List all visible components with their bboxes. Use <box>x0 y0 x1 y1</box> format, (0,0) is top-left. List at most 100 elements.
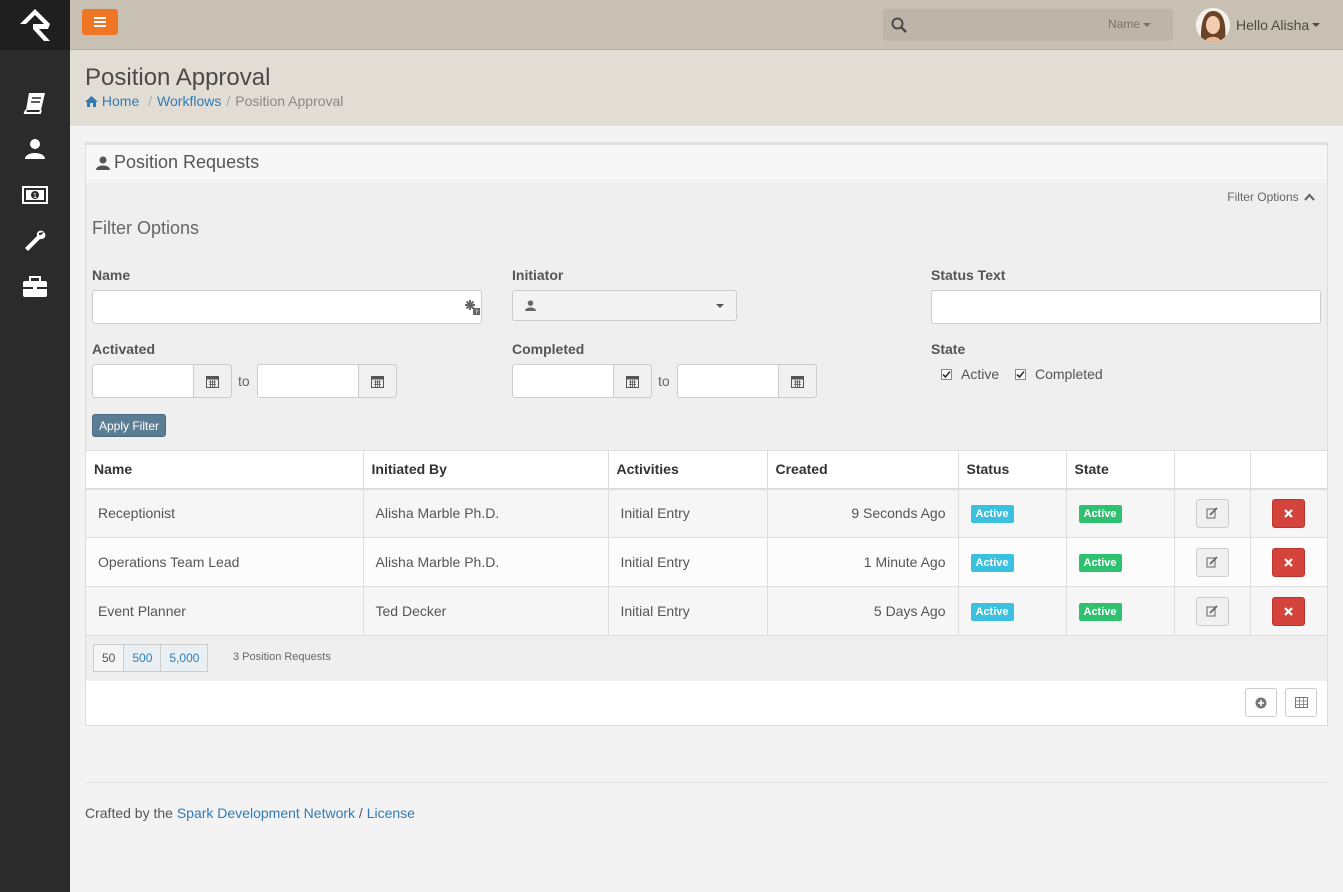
edit-icon <box>1206 507 1218 519</box>
search-type-label: Name <box>1107 17 1140 31</box>
completed-from-input[interactable] <box>512 364 614 398</box>
sidebar-item-finance[interactable]: 1 <box>0 172 70 218</box>
search-input[interactable]: Name <box>883 9 1173 41</box>
license-link[interactable]: License <box>367 805 415 821</box>
calendar-icon <box>626 375 639 388</box>
main-content: Position Requests Filter Options Filter … <box>70 126 1343 892</box>
cell-status: Active <box>957 586 1066 636</box>
status-badge: Active <box>970 553 1014 572</box>
cell-delete <box>1249 537 1327 587</box>
breadcrumb-separator: / <box>226 93 231 109</box>
state-completed-checkbox[interactable]: Completed <box>1015 366 1103 382</box>
footer-divider <box>85 782 1328 783</box>
page-size-5000[interactable]: 5,000 <box>160 644 209 672</box>
activated-from-input[interactable] <box>92 364 194 398</box>
panel-heading: Position Requests <box>86 145 1327 181</box>
column-header-delete <box>1249 450 1327 490</box>
state-active-checkbox[interactable]: Active <box>941 366 999 382</box>
column-header-name[interactable]: Name <box>86 450 363 490</box>
rock-logo[interactable] <box>0 0 70 50</box>
breadcrumb-home[interactable]: Home <box>85 93 143 109</box>
breadcrumb-workflows[interactable]: Workflows <box>157 93 221 109</box>
checkbox-checked-icon <box>941 368 952 380</box>
table-row[interactable]: Receptionist Alisha Marble Ph.D. Initial… <box>86 488 1327 538</box>
activated-label: Activated <box>92 341 156 357</box>
cell-initiated-by: Alisha Marble Ph.D. <box>362 537 608 587</box>
search-type-dropdown[interactable]: Name <box>1108 17 1151 31</box>
column-header-activities[interactable]: Activities <box>607 450 767 490</box>
chevron-down-icon <box>1143 22 1151 27</box>
cell-status: Active <box>957 488 1066 538</box>
table-icon <box>1294 697 1308 708</box>
status-text-label: Status Text <box>931 267 1006 283</box>
search-icon <box>891 17 907 33</box>
calendar-icon <box>791 375 804 388</box>
completed-to-input[interactable] <box>677 364 779 398</box>
menu-toggle-button[interactable] <box>82 9 118 35</box>
cell-created: 1 Minute Ago <box>766 537 958 587</box>
panel-title: Position Requests <box>114 152 260 172</box>
apply-filter-button[interactable]: Apply Filter <box>92 414 167 437</box>
edit-button[interactable] <box>1195 498 1229 528</box>
cell-name: Operations Team Lead <box>86 537 363 587</box>
completed-to-calendar-button[interactable] <box>778 364 817 398</box>
status-badge: Active <box>970 602 1014 621</box>
cell-activities: Initial Entry <box>607 586 767 636</box>
delete-button[interactable] <box>1272 498 1306 528</box>
column-header-initiated-by[interactable]: Initiated By <box>362 450 608 490</box>
initiator-picker[interactable] <box>512 290 737 321</box>
filter-title: Filter Options <box>92 218 200 238</box>
column-header-created[interactable]: Created <box>766 450 958 490</box>
checkbox-checked-icon <box>1015 368 1026 380</box>
cell-edit <box>1173 488 1250 538</box>
cell-initiated-by: Alisha Marble Ph.D. <box>362 488 608 538</box>
completed-label: Completed <box>512 341 585 357</box>
table-row[interactable]: Event Planner Ted Decker Initial Entry 5… <box>86 586 1327 636</box>
name-input[interactable]: ? <box>92 290 482 324</box>
state-active-label: Active <box>961 366 1000 382</box>
add-button[interactable] <box>1245 688 1277 717</box>
cell-state: Active <box>1065 537 1174 587</box>
page-size-50[interactable]: 50 <box>93 644 125 672</box>
table-row[interactable]: Operations Team Lead Alisha Marble Ph.D.… <box>86 537 1327 587</box>
delete-button[interactable] <box>1272 596 1306 626</box>
cell-delete <box>1249 586 1327 636</box>
filter-options-toggle[interactable]: Filter Options <box>1227 190 1315 204</box>
logo-icon <box>20 9 50 41</box>
cell-edit <box>1173 586 1250 636</box>
completed-from-calendar-button[interactable] <box>613 364 652 398</box>
cell-name: Receptionist <box>86 488 363 538</box>
name-label: Name <box>92 267 131 283</box>
cell-created: 5 Days Ago <box>766 586 958 636</box>
edit-button[interactable] <box>1195 547 1229 577</box>
sidebar-item-admin[interactable] <box>0 264 70 310</box>
cell-delete <box>1249 488 1327 538</box>
person-icon <box>25 139 45 159</box>
sidebar-item-book[interactable] <box>0 80 70 126</box>
activated-to-calendar-button[interactable] <box>358 364 397 398</box>
briefcase-icon <box>23 276 47 297</box>
state-badge: Active <box>1078 553 1122 572</box>
status-text-input[interactable] <box>931 290 1321 324</box>
user-menu[interactable]: Hello Alisha <box>1196 7 1321 43</box>
column-header-status[interactable]: Status <box>957 450 1066 490</box>
spark-network-link[interactable]: Spark Development Network <box>177 805 355 821</box>
person-icon <box>525 300 536 311</box>
edit-button[interactable] <box>1195 596 1229 626</box>
money-icon: 1 <box>22 186 48 204</box>
footer: Crafted by the Spark Development Network… <box>85 805 415 821</box>
column-header-state[interactable]: State <box>1065 450 1174 490</box>
delete-button[interactable] <box>1272 547 1306 577</box>
state-label: State <box>931 341 966 357</box>
sidebar-item-tools[interactable] <box>0 218 70 264</box>
position-requests-panel: Position Requests Filter Options Filter … <box>85 142 1328 726</box>
activated-from-calendar-button[interactable] <box>193 364 232 398</box>
sidebar-item-people[interactable] <box>0 126 70 172</box>
grid-footer: 50 500 5,000 3 Position Requests <box>86 636 1327 681</box>
page-size-500[interactable]: 500 <box>123 644 162 672</box>
export-excel-button[interactable] <box>1285 688 1317 717</box>
cell-state: Active <box>1065 586 1174 636</box>
close-icon <box>1284 508 1294 518</box>
activated-to-input[interactable] <box>257 364 359 398</box>
breadcrumb: Home / Workflows / Position Approval <box>85 93 343 109</box>
